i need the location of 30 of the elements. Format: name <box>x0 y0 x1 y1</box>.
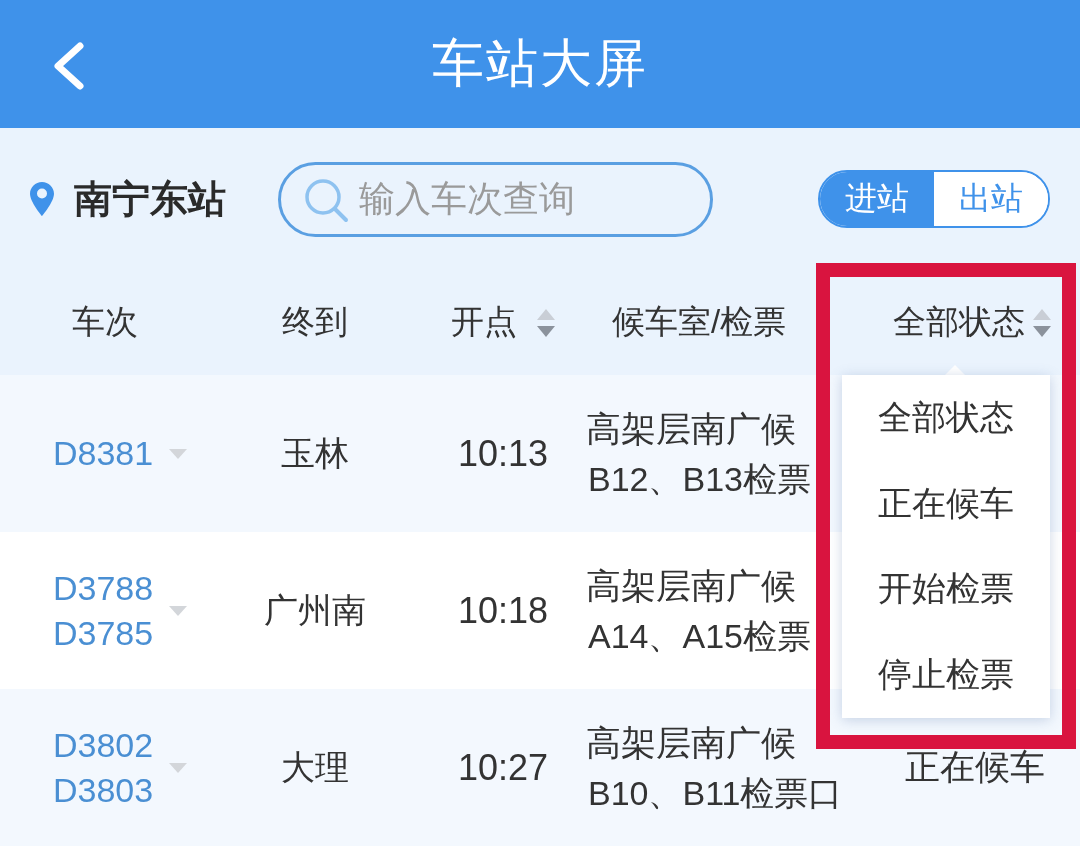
status-option[interactable]: 开始检票 <box>842 546 1050 633</box>
status-option[interactable]: 全部状态 <box>842 375 1050 461</box>
departure-time: 10:18 <box>457 589 549 632</box>
status-option[interactable]: 正在候车 <box>842 460 1050 547</box>
station-name: 南宁东站 <box>74 176 226 222</box>
waiting-room-text: A14、A15检票 <box>587 615 811 657</box>
departure-time: 10:27 <box>457 746 549 789</box>
destination-cell-text: 玉林 <box>281 432 349 474</box>
page-title: 车站大屏 <box>432 33 648 94</box>
waiting-room-text: 高架层南广候 <box>586 407 796 450</box>
departure-time: 10:13 <box>457 432 549 475</box>
status-cell-text: 正在候车 <box>905 746 1045 788</box>
destination-cell-text: 广州南 <box>264 589 366 631</box>
column-header: 候车室/检票 <box>612 302 787 342</box>
waiting-room-text: B12、B13检票 <box>587 458 811 500</box>
search-icon <box>303 176 349 223</box>
search-field[interactable]: 输入车次查询 <box>278 161 713 237</box>
location-pin-icon <box>30 182 54 216</box>
column-header: 终到 <box>282 302 348 342</box>
waiting-room-text: 高架层南广候 <box>586 564 796 607</box>
sortable-column-header[interactable]: 全部状态 <box>893 300 1051 345</box>
sortable-column-header[interactable]: 开点 <box>451 300 555 345</box>
status-option[interactable]: 停止检票 <box>842 632 1050 718</box>
caret-down-icon[interactable] <box>169 605 188 616</box>
sort-icon[interactable] <box>1033 308 1051 337</box>
waiting-room-text: B10、B11检票口 <box>587 772 843 814</box>
column-header: 车次 <box>72 302 138 342</box>
sort-icon[interactable] <box>537 308 555 337</box>
destination-cell-text: 大理 <box>281 746 349 788</box>
waiting-room-text: 高架层南广候 <box>586 721 796 764</box>
